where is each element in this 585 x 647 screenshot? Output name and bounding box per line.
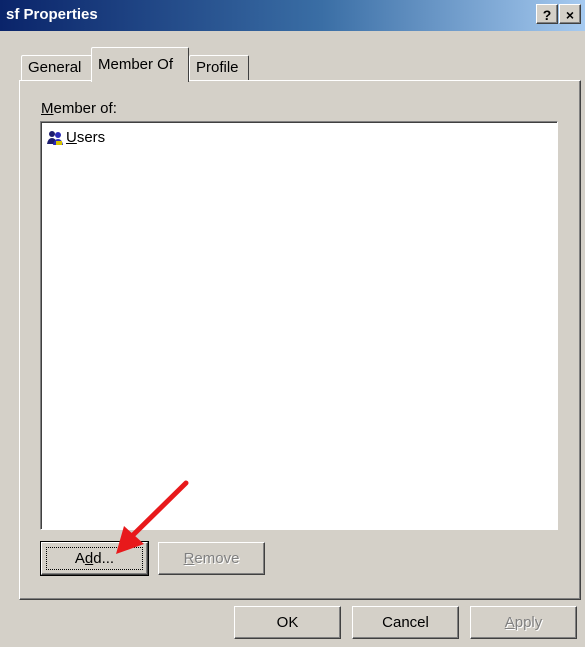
remove-label-post: emove [194,550,240,567]
tab-member-of[interactable]: Member Of [91,47,189,82]
red-arrow-annotation [116,480,189,554]
list-item-text: sers [76,129,106,146]
help-button[interactable]: ? [536,4,558,24]
window-title: sf Properties [6,6,98,23]
list-item-accel: U [66,129,77,146]
member-of-label-text: ember of: [53,100,117,117]
member-of-list[interactable]: Users [40,121,558,530]
apply-label-accel: A [504,614,515,631]
list-item-label: Users [66,129,105,146]
cancel-button[interactable]: Cancel [352,606,459,639]
user-group-icon [47,129,64,146]
member-of-label: Member of: [41,100,117,117]
apply-button[interactable]: Apply [470,606,577,639]
tab-profile[interactable]: Profile [189,55,249,81]
properties-dialog: sf Properties ? × General Member Of Prof… [0,0,585,647]
member-of-label-accel: M [41,100,54,117]
tab-general[interactable]: General [21,55,94,81]
ok-button[interactable]: OK [234,606,341,639]
apply-label-post: pply [514,614,543,631]
close-button[interactable]: × [559,4,581,24]
title-bar[interactable]: sf Properties ? × [0,0,585,31]
list-item[interactable]: Users [47,129,105,146]
